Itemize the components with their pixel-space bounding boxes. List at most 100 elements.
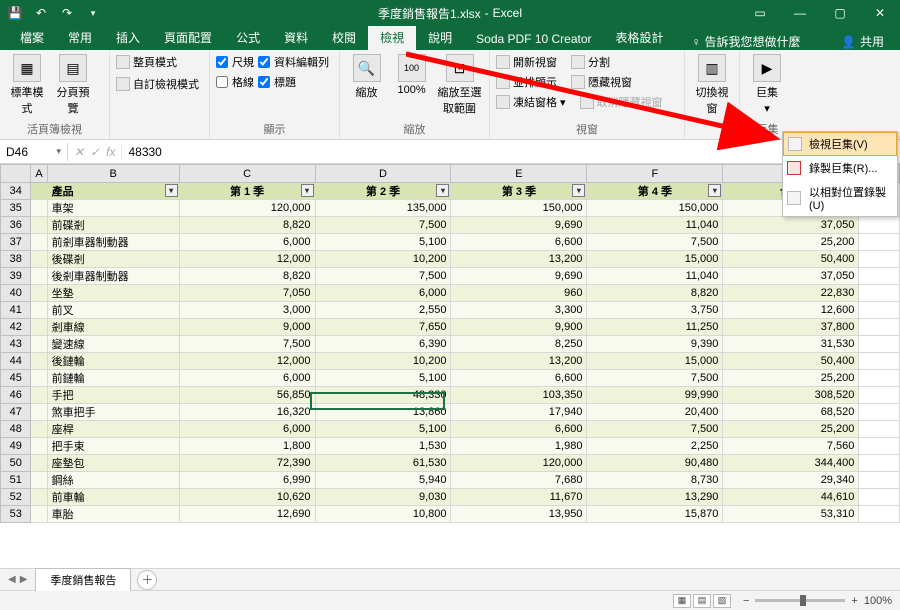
filter-icon[interactable]: ▾ (165, 184, 178, 197)
table-row[interactable]: 46 手把56,85048,330103,35099,990308,520 (1, 387, 900, 404)
row-header[interactable]: 52 (1, 489, 31, 506)
col-header[interactable]: D (315, 165, 451, 183)
ribbon-display-icon[interactable]: ▭ (740, 0, 780, 26)
row-header[interactable]: 45 (1, 370, 31, 387)
zoom-in-icon[interactable]: + (851, 595, 857, 607)
col-header[interactable]: E (451, 165, 587, 183)
undo-icon[interactable]: ↶ (30, 2, 52, 24)
row-header[interactable]: 46 (1, 387, 31, 404)
col-header[interactable]: B (47, 165, 179, 183)
view-macros-item[interactable]: 檢視巨集(V) (783, 132, 897, 156)
row-header[interactable]: 40 (1, 285, 31, 302)
row-header[interactable]: 34 (1, 183, 31, 200)
split-button[interactable]: 分割 (571, 54, 610, 70)
tab-file[interactable]: 檔案 (8, 25, 56, 50)
normal-view-icon[interactable]: ▦ (673, 594, 691, 608)
col-header[interactable]: F (587, 165, 723, 183)
add-sheet-button[interactable]: ＋ (137, 570, 157, 590)
tab-prev-icon[interactable]: ◀ (8, 574, 16, 585)
filter-icon[interactable]: ▾ (301, 184, 314, 197)
arrange-button[interactable]: 並排顯示 (496, 74, 557, 90)
table-row[interactable]: 48 座桿6,0005,1006,6007,50025,200 (1, 421, 900, 438)
gridlines-checkbox[interactable]: 格線 (216, 74, 254, 90)
qat-customize-icon[interactable]: ▾ (82, 2, 104, 24)
hide-button[interactable]: 隱藏視窗 (571, 74, 632, 90)
row-header[interactable]: 38 (1, 251, 31, 268)
close-icon[interactable]: ✕ (860, 0, 900, 26)
table-row[interactable]: 40 坐墊7,0506,0009608,82022,830 (1, 285, 900, 302)
zoom-button[interactable]: 🔍縮放 (346, 54, 387, 100)
table-row[interactable]: 51 鋼絲6,9905,9407,6808,73029,340 (1, 472, 900, 489)
page-break-view-icon[interactable]: ▧ (713, 594, 731, 608)
minimize-icon[interactable]: — (780, 0, 820, 26)
table-row[interactable]: 38 後碟剎12,00010,20013,20015,00050,400 (1, 251, 900, 268)
normal-view-button[interactable]: ▦標準模式 (6, 54, 48, 116)
share-button[interactable]: 👤 共用 (833, 33, 892, 50)
table-row[interactable]: 53 車胎12,69010,80013,95015,87053,310 (1, 506, 900, 523)
macros-button[interactable]: ▶巨集▾ (746, 54, 788, 115)
table-row[interactable]: 52 前車輪10,6209,03011,67013,29044,610 (1, 489, 900, 506)
tab-page-layout[interactable]: 頁面配置 (152, 25, 224, 50)
spreadsheet-grid[interactable]: A B C D E F G 34 產品▾ 第 1 季▾ 第 2 季▾ 第 3 季… (0, 164, 900, 568)
col-header[interactable]: A (31, 165, 47, 183)
freeze-button[interactable]: 凍結窗格▾ (496, 94, 566, 110)
tell-me[interactable]: ♀ 告訴我您想做什麼 (684, 33, 809, 50)
row-header[interactable]: 53 (1, 506, 31, 523)
select-all[interactable] (1, 165, 31, 183)
switch-windows-button[interactable]: ▥切換視窗 (691, 54, 733, 116)
headings-checkbox[interactable]: 標題 (258, 74, 329, 90)
row-header[interactable]: 50 (1, 455, 31, 472)
page-layout-view-icon[interactable]: ▤ (693, 594, 711, 608)
redo-icon[interactable]: ↷ (56, 2, 78, 24)
tab-formulas[interactable]: 公式 (224, 25, 272, 50)
row-header[interactable]: 37 (1, 234, 31, 251)
filter-icon[interactable]: ▾ (708, 184, 721, 197)
row-header[interactable]: 43 (1, 336, 31, 353)
col-header[interactable]: C (179, 165, 315, 183)
table-row[interactable]: 39 後剎車器制動器8,8207,5009,69011,04037,050 (1, 268, 900, 285)
tab-next-icon[interactable]: ▶ (20, 574, 28, 585)
record-macro-item[interactable]: 錄製巨集(R)... (783, 156, 897, 180)
table-row[interactable]: 44 後鏈輪12,00010,20013,20015,00050,400 (1, 353, 900, 370)
fx-icon[interactable]: fx (106, 145, 115, 159)
unhide-button[interactable]: 取消隱藏視窗 (580, 94, 663, 110)
cancel-formula-icon[interactable]: ✕ (74, 145, 84, 159)
row-header[interactable]: 35 (1, 200, 31, 217)
table-row[interactable]: 42 剎車線9,0007,6509,90011,25037,800 (1, 319, 900, 336)
zoom-selection-button[interactable]: ⊡縮放至選取範圍 (436, 54, 483, 116)
tab-insert[interactable]: 插入 (104, 25, 152, 50)
sheet-tab[interactable]: 季度銷售報告 (35, 568, 131, 591)
tab-table-design[interactable]: 表格設計 (604, 25, 676, 50)
page-layout-button[interactable]: 整頁模式 (116, 54, 177, 70)
custom-views-button[interactable]: 自訂檢視模式 (116, 76, 199, 92)
tab-review[interactable]: 校閱 (320, 25, 368, 50)
new-window-button[interactable]: 開新視窗 (496, 54, 557, 70)
table-row[interactable]: 36 前碟剎8,8207,5009,69011,04037,050 (1, 217, 900, 234)
zoom-100-button[interactable]: 100100% (391, 54, 432, 96)
tab-help[interactable]: 說明 (416, 25, 464, 50)
row-header[interactable]: 51 (1, 472, 31, 489)
table-row[interactable]: 47 煞車把手16,32013,86017,94020,40068,520 (1, 404, 900, 421)
tab-home[interactable]: 常用 (56, 25, 104, 50)
filter-icon[interactable]: ▾ (572, 184, 585, 197)
tab-data[interactable]: 資料 (272, 25, 320, 50)
table-row[interactable]: 45 前鏈輪6,0005,1006,6007,50025,200 (1, 370, 900, 387)
maximize-icon[interactable]: ▢ (820, 0, 860, 26)
row-header[interactable]: 47 (1, 404, 31, 421)
ruler-checkbox[interactable]: 尺規 (216, 54, 254, 70)
name-box[interactable]: D46▾ (0, 143, 68, 161)
page-break-button[interactable]: ▤分頁預覽 (52, 54, 94, 116)
row-header[interactable]: 36 (1, 217, 31, 234)
table-row[interactable]: 41 前叉3,0002,5503,3003,75012,600 (1, 302, 900, 319)
zoom-out-icon[interactable]: − (743, 595, 749, 607)
formula-bar-checkbox[interactable]: 資料編輯列 (258, 54, 329, 70)
filter-icon[interactable]: ▾ (436, 184, 449, 197)
relative-reference-item[interactable]: 以相對位置錄製(U) (783, 180, 897, 216)
table-row[interactable]: 50 座墊包72,39061,530120,00090,480344,400 (1, 455, 900, 472)
row-header[interactable]: 42 (1, 319, 31, 336)
row-header[interactable]: 48 (1, 421, 31, 438)
table-row[interactable]: 49 把手束1,8001,5301,9802,2507,560 (1, 438, 900, 455)
table-row[interactable]: 37 前剎車器制動器6,0005,1006,6007,50025,200 (1, 234, 900, 251)
tab-view[interactable]: 檢視 (368, 25, 416, 50)
zoom-level[interactable]: 100% (864, 595, 892, 607)
